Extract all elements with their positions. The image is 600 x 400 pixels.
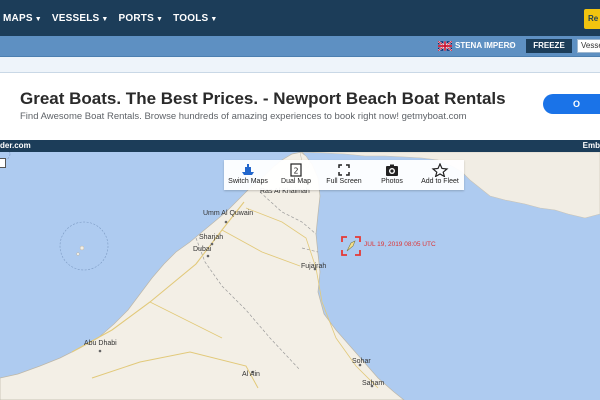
switch-maps-label: Switch Maps <box>228 178 268 185</box>
chevron-down-icon: ▼ <box>34 15 42 23</box>
full-screen-label: Full Screen <box>326 178 362 185</box>
vessel-timestamp: JUL 19, 2019 08:05 UTC <box>364 241 436 248</box>
chevron-down-icon: ▼ <box>210 15 218 23</box>
nav-ports[interactable]: PORTS ▼ <box>119 13 164 24</box>
camera-icon <box>386 164 398 176</box>
nav-vessels[interactable]: VESSELS ▼ <box>52 13 109 24</box>
ship-icon <box>242 164 254 175</box>
register-button[interactable]: Re <box>584 9 600 29</box>
dual-map-icon: 2 <box>290 163 302 177</box>
nav-maps[interactable]: MAPS ▼ <box>3 13 42 24</box>
fullscreen-icon <box>338 164 350 176</box>
map-view[interactable]: Ras Al Khaimah Umm Al Quwain Sharjah Dub… <box>0 152 600 400</box>
nav-tools-label: TOOLS <box>173 12 209 24</box>
photos-label: Photos <box>381 178 403 185</box>
vessel-position-marker[interactable] <box>341 236 361 256</box>
dual-map-button[interactable]: 2 Dual Map <box>272 160 320 190</box>
city-label: Dubai <box>193 246 212 253</box>
add-to-fleet-button[interactable]: Add to Fleet <box>416 160 464 190</box>
full-screen-button[interactable]: Full Screen <box>320 160 368 190</box>
switch-maps-button[interactable]: Switch Maps <box>224 160 272 190</box>
dual-map-label: Dual Map <box>281 178 311 185</box>
map-side-toggle[interactable] <box>0 158 6 168</box>
freeze-button[interactable]: FREEZE <box>526 39 572 53</box>
nav-ports-label: PORTS <box>118 12 154 24</box>
city-label: Al Ain <box>242 371 260 378</box>
nav-maps-label: MAPS <box>3 12 33 24</box>
add-to-fleet-label: Add to Fleet <box>421 178 459 185</box>
ad-subtitle: Find Awesome Boat Rentals. Browse hundre… <box>20 111 467 122</box>
page-root: MAPS ▼ VESSELS ▼ PORTS ▼ TOOLS ▼ Re STENA IM… <box>0 0 600 400</box>
city-label: Umm Al Quwain <box>203 210 254 217</box>
close-icon[interactable]: x <box>509 41 513 50</box>
uk-flag-icon <box>438 41 452 51</box>
tracked-vessel-strip: STENA IMPERO x FREEZE Vesse <box>0 36 600 57</box>
nav-vessels-label: VESSELS <box>51 12 100 24</box>
svg-text:2: 2 <box>293 167 298 176</box>
chevron-down-icon: ▼ <box>101 15 109 23</box>
city-label: Sohar <box>352 358 371 365</box>
photos-button[interactable]: Photos <box>368 160 416 190</box>
vessel-search-input[interactable]: Vesse <box>577 39 600 53</box>
map-header-bar: der.com Emb <box>0 140 600 152</box>
ad-title[interactable]: Great Boats. The Best Prices. - Newport … <box>20 89 506 109</box>
star-icon <box>431 163 449 177</box>
city-label: Abu Dhabi <box>84 340 117 347</box>
embed-link[interactable]: Emb <box>583 141 600 150</box>
city-label: Sharjah <box>199 234 224 241</box>
site-domain-text: der.com <box>0 141 31 150</box>
top-navigation: MAPS ▼ VESSELS ▼ PORTS ▼ TOOLS ▼ Re <box>0 0 600 36</box>
spacer-strip <box>0 57 600 73</box>
tracked-vessel-name[interactable]: STENA IMPERO <box>455 41 516 50</box>
city-label: Saham <box>362 380 385 387</box>
ad-open-button[interactable]: O <box>543 94 600 114</box>
map-toolbar: Switch Maps 2 Dual Map Full Screen Photo… <box>224 160 464 190</box>
chevron-down-icon: ▼ <box>155 15 164 23</box>
advertisement[interactable]: Great Boats. The Best Prices. - Newport … <box>0 73 600 135</box>
city-label: Fujairah <box>301 263 327 270</box>
nav-tools[interactable]: TOOLS ▼ <box>173 13 217 24</box>
